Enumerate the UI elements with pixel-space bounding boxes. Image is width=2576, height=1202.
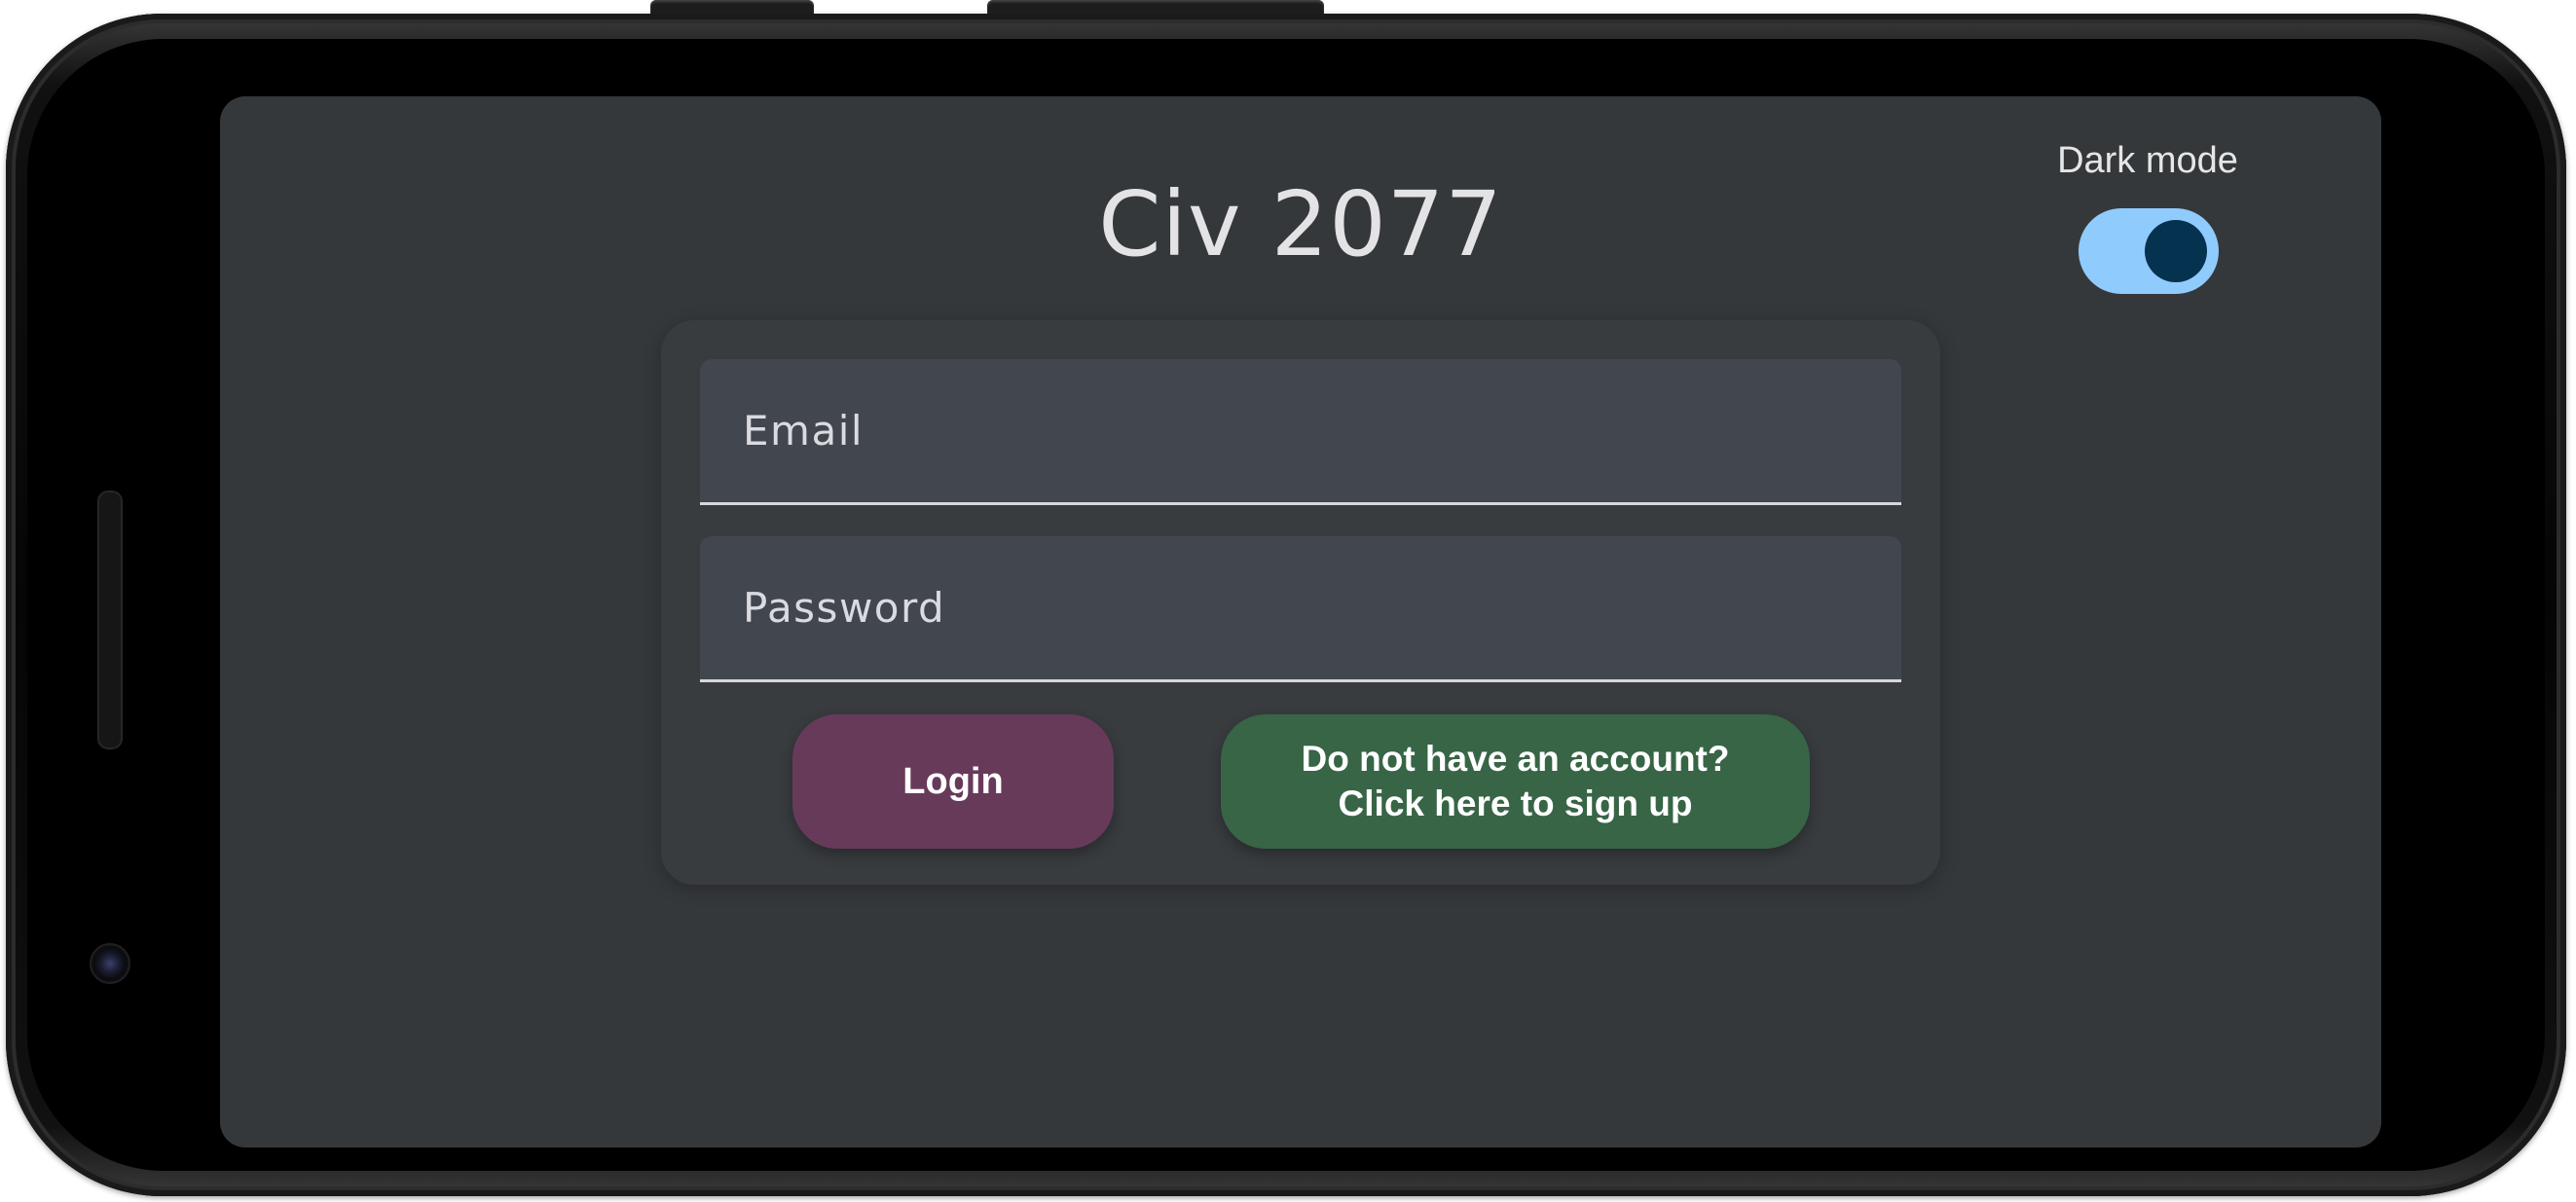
password-field[interactable]: [700, 536, 1901, 679]
dark-mode-toggle[interactable]: [2079, 208, 2219, 294]
toggle-knob: [2145, 220, 2207, 282]
login-button[interactable]: Login: [792, 714, 1114, 849]
login-card: Login Do not have an account? Click here…: [661, 320, 1940, 885]
earpiece-speaker: [97, 491, 123, 749]
dark-mode-control: Dark mode: [2050, 140, 2245, 294]
signup-button-line2: Click here to sign up: [1338, 783, 1693, 823]
volume-button: [650, 0, 814, 14]
app-screen: Civ 2077 Dark mode Login Do not have an …: [220, 96, 2381, 1147]
signup-button-line1: Do not have an account?: [1301, 739, 1730, 779]
email-field[interactable]: [700, 359, 1901, 502]
front-camera-icon: [90, 943, 130, 984]
signup-button[interactable]: Do not have an account? Click here to si…: [1221, 714, 1810, 849]
email-field-container: [700, 359, 1901, 505]
password-field-container: [700, 536, 1901, 682]
phone-frame: Civ 2077 Dark mode Login Do not have an …: [6, 0, 2566, 1196]
dark-mode-label: Dark mode: [2057, 140, 2238, 181]
app-title: Civ 2077: [1098, 172, 1503, 276]
login-button-label: Login: [902, 760, 1004, 802]
power-button: [987, 0, 1324, 14]
